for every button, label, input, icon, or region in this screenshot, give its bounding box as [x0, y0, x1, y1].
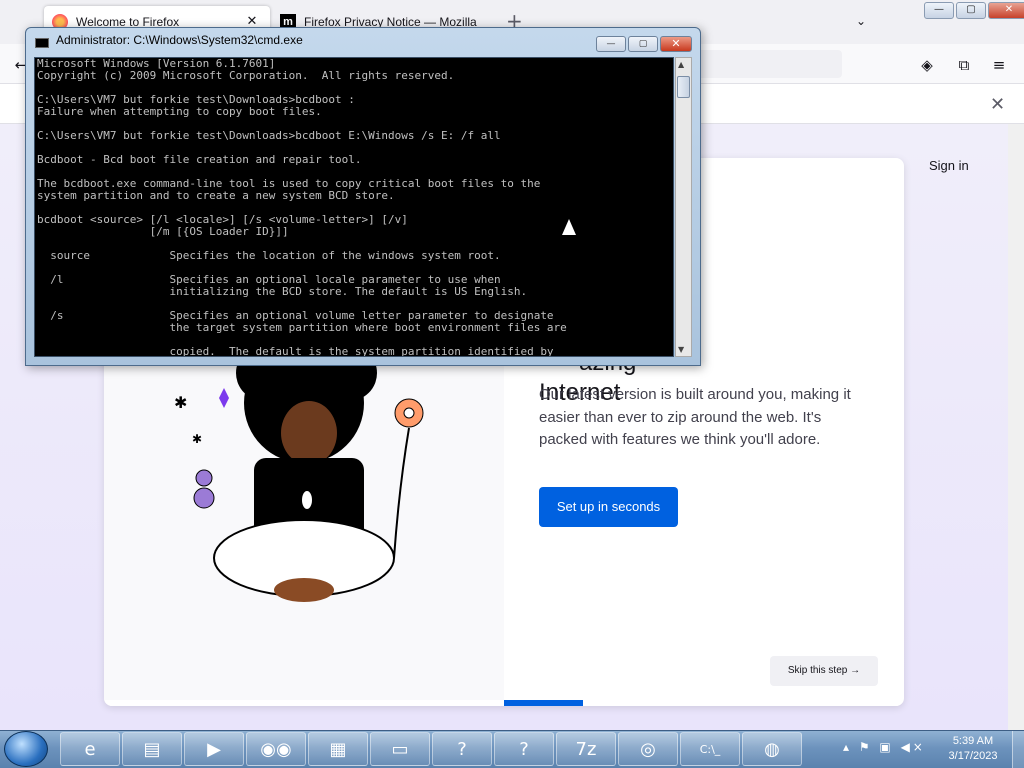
cmd-window-controls: — ▢ ✕ [596, 36, 692, 52]
cmd-icon: C:\_ [699, 742, 721, 756]
disc-icon: ◎ [640, 738, 656, 760]
cmd-window: Administrator: C:\Windows\System32\cmd.e… [25, 27, 701, 366]
firefox-icon: ◍ [764, 738, 780, 760]
scroll-down-icon[interactable]: ▼ [678, 345, 684, 354]
page-scrollbar[interactable] [1008, 124, 1024, 730]
show-desktop-button[interactable] [1012, 731, 1024, 768]
setup-button[interactable]: Set up in seconds [539, 487, 678, 527]
pocket-icon[interactable]: ◈ [918, 56, 936, 74]
console-output[interactable]: Microsoft Windows [Version 6.1.7601] Copy… [34, 57, 674, 357]
console-scrollbar[interactable]: ▲ ▼ [675, 57, 692, 357]
console-line: the target system partition where boot e… [37, 321, 567, 334]
close-icon[interactable]: ✕ [990, 94, 1005, 115]
svg-text:✱: ✱ [174, 393, 187, 412]
control-panel-icon: ▦ [329, 738, 347, 760]
progress-bar [504, 700, 583, 706]
console-line: [/m [{OS Loader ID}]] [37, 225, 289, 238]
media-player-icon: ▶ [207, 738, 221, 760]
help2-icon: ? [519, 738, 529, 760]
taskbar-help2-button[interactable]: ? [494, 732, 554, 766]
console-line: source Specifies the location of the win… [37, 249, 501, 262]
svg-text:✱: ✱ [192, 432, 202, 446]
taskbar-disc-button[interactable]: ◎ [618, 732, 678, 766]
start-button[interactable] [4, 731, 48, 767]
taskbar-ie-button[interactable]: e [60, 732, 120, 766]
taskbar-7zip-button[interactable]: 7z [556, 732, 616, 766]
maximize-button[interactable]: ▢ [628, 36, 658, 52]
explorer-icon: ▤ [143, 738, 161, 760]
taskbar-cmd-button[interactable]: C:\_ [680, 732, 740, 766]
minimize-button[interactable]: — [924, 2, 954, 19]
taskbar-toolbox-button[interactable]: ▭ [370, 732, 430, 766]
console-line: copied. The default is the system partit… [37, 345, 554, 357]
console-text: Microsoft Windows [Version 6.1.7601] Copy… [37, 58, 673, 357]
console-line: C:\Users\VM7 but forkie test\Downloads>b… [37, 129, 501, 142]
clock[interactable]: 5:39 AM 3/17/2023 [945, 734, 1001, 764]
skip-button[interactable]: Skip this step → [770, 656, 878, 686]
time: 5:39 AM [952, 735, 994, 747]
window-controls: — ▢ ✕ [924, 2, 1024, 19]
taskbar-media-player-button[interactable]: ▶ [184, 732, 244, 766]
mouse-cursor-icon [562, 219, 576, 235]
console-line: initializing the BCD store. The default … [37, 285, 528, 298]
eyes-icon: ◉◉ [260, 738, 292, 760]
maximize-button[interactable]: ▢ [956, 2, 986, 19]
console-line: Copyright (c) 2009 Microsoft Corporation… [37, 69, 455, 82]
welcome-body: Our latest version is built around you, … [539, 386, 851, 448]
system-tray[interactable]: ▴ ⚑ ▣ ◀× [843, 740, 926, 754]
menu-icon[interactable]: ≡ [990, 56, 1008, 74]
window-title: Administrator: C:\Windows\System32\cmd.e… [56, 33, 303, 47]
7zip-icon: 7z [575, 738, 597, 760]
scroll-thumb[interactable] [677, 76, 690, 98]
list-all-tabs-button[interactable]: ⌄ [856, 14, 866, 28]
console-line: system partition and to create a new sys… [37, 189, 395, 202]
scroll-up-icon[interactable]: ▲ [678, 60, 684, 69]
console-line: Bcdboot - Bcd boot file creation and rep… [37, 153, 362, 166]
toolbox-icon: ▭ [391, 738, 409, 760]
taskbar-eyes-button[interactable]: ◉◉ [246, 732, 306, 766]
minimize-button[interactable]: — [596, 36, 626, 52]
close-button[interactable]: ✕ [988, 2, 1024, 19]
extensions-icon[interactable]: ⧉ [955, 56, 973, 74]
date: 3/17/2023 [948, 750, 998, 762]
close-button[interactable]: ✕ [660, 36, 692, 52]
console-line: Failure when attempting to copy boot fil… [37, 105, 322, 118]
taskbar-firefox-button[interactable]: ◍ [742, 732, 802, 766]
taskbar-control-panel-button[interactable]: ▦ [308, 732, 368, 766]
taskbar-explorer-button[interactable]: ▤ [122, 732, 182, 766]
cmd-icon [35, 38, 49, 48]
ie-icon: e [84, 738, 96, 760]
taskbar-help1-button[interactable]: ? [432, 732, 492, 766]
sign-in-link[interactable]: Sign in [929, 158, 969, 173]
help1-icon: ? [457, 738, 467, 760]
